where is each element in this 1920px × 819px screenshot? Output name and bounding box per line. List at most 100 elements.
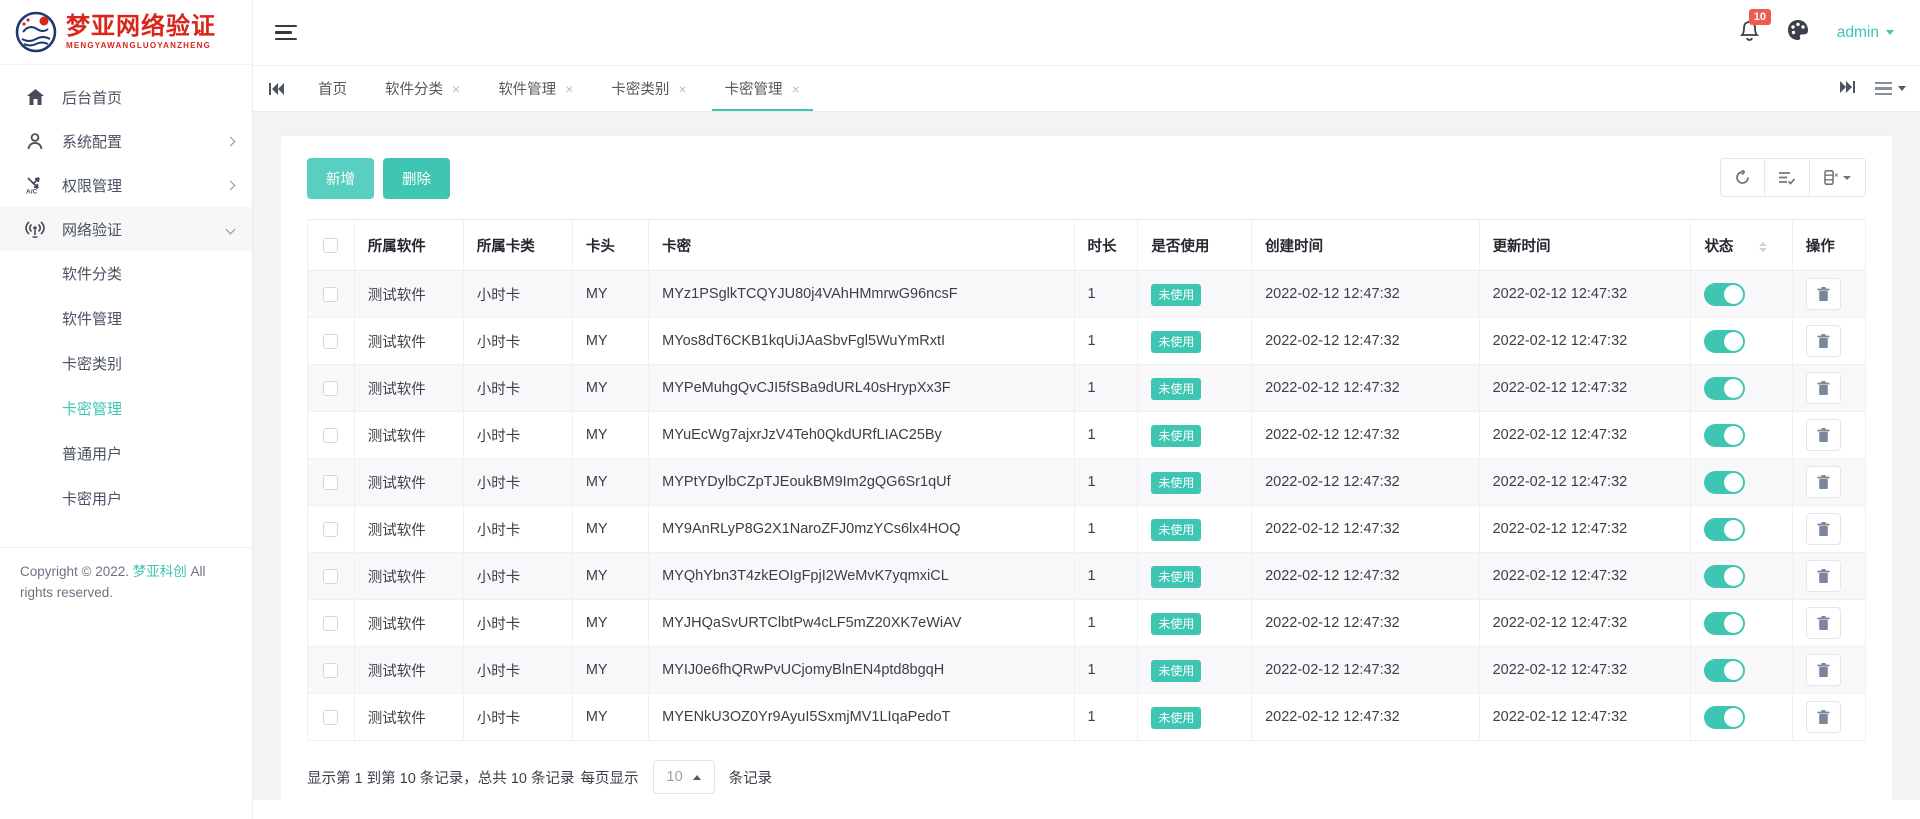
- row-checkbox[interactable]: [323, 568, 339, 584]
- trash-icon: [1817, 522, 1830, 536]
- sidebar-subitem-label: 卡密用户: [62, 491, 123, 508]
- cell-duration: 1: [1073, 270, 1139, 318]
- delete-row-button[interactable]: [1805, 419, 1841, 451]
- sidebar-menu: 后台首页 系统配置 A/C 权限管理 网络验证 软件分类 软件管理 卡密类别 卡…: [0, 65, 252, 521]
- cell-prefix: MY: [571, 646, 650, 694]
- used-badge: 未使用: [1151, 424, 1202, 447]
- user-menu[interactable]: admin: [1837, 24, 1894, 42]
- row-checkbox[interactable]: [323, 474, 339, 490]
- cell-card-type: 小时卡: [462, 458, 573, 506]
- select-all-checkbox[interactable]: [323, 237, 339, 253]
- status-toggle[interactable]: [1704, 705, 1746, 729]
- sidebar-subitem-card-manage[interactable]: 卡密管理: [0, 386, 252, 431]
- cell-software: 测试软件: [353, 411, 464, 459]
- status-toggle[interactable]: [1704, 423, 1746, 447]
- cell-prefix: MY: [571, 505, 650, 553]
- toggle-view-button[interactable]: [1765, 158, 1810, 197]
- col-created: 创建时间: [1251, 219, 1480, 271]
- sidebar-item-label: 网络验证: [62, 221, 123, 239]
- main-area: 10 admin 首页 软件分类 × 软件管理 × 卡密类别 × 卡密管理 × …: [253, 0, 1920, 819]
- close-icon[interactable]: ×: [452, 82, 460, 96]
- sidebar-subitem-card-user[interactable]: 卡密用户: [0, 476, 252, 521]
- row-checkbox[interactable]: [323, 709, 339, 725]
- delete-button[interactable]: 删除: [383, 158, 450, 199]
- cell-software: 测试软件: [353, 693, 464, 741]
- row-checkbox[interactable]: [323, 380, 339, 396]
- delete-row-button[interactable]: [1805, 560, 1841, 592]
- close-icon[interactable]: ×: [565, 82, 573, 96]
- status-toggle[interactable]: [1704, 329, 1746, 353]
- cell-created: 2022-02-12 12:47:32: [1251, 599, 1480, 647]
- sidebar-item-permissions[interactable]: A/C 权限管理: [0, 163, 252, 207]
- delete-row-button[interactable]: [1805, 513, 1841, 545]
- sidebar-item-system-config[interactable]: 系统配置: [0, 119, 252, 163]
- brand-title: 梦亚网络验证: [66, 13, 216, 41]
- status-toggle[interactable]: [1704, 517, 1746, 541]
- tabs-scroll-left-button[interactable]: [253, 66, 299, 111]
- delete-row-button[interactable]: [1805, 607, 1841, 639]
- tab-software-manage[interactable]: 软件管理 ×: [479, 66, 592, 111]
- tab-software-category[interactable]: 软件分类 ×: [366, 66, 479, 111]
- tab-card-manage[interactable]: 卡密管理 ×: [706, 66, 819, 111]
- row-checkbox[interactable]: [323, 662, 339, 678]
- cell-key: MYENkU3OZ0Yr9AyuI5SxmjMV1LIqaPedoT: [648, 693, 1075, 741]
- tab-label: 首页: [318, 82, 347, 98]
- status-toggle[interactable]: [1704, 282, 1746, 306]
- status-toggle[interactable]: [1704, 611, 1746, 635]
- refresh-button[interactable]: [1720, 158, 1765, 197]
- tab-card-category[interactable]: 卡密类别 ×: [592, 66, 705, 111]
- cell-software: 测试软件: [353, 270, 464, 318]
- menu-icon: [1875, 79, 1892, 99]
- row-checkbox[interactable]: [323, 286, 339, 302]
- sidebar-subitem-software-manage[interactable]: 软件管理: [0, 296, 252, 341]
- notifications-button[interactable]: 10: [1739, 8, 1772, 46]
- row-checkbox[interactable]: [323, 333, 339, 349]
- table-row: 测试软件 小时卡 MY MYIJ0e6fhQRwPvUCjomyBlnEN4pt…: [307, 646, 1867, 694]
- footer-strip: [253, 800, 1920, 819]
- tab-home[interactable]: 首页: [299, 66, 366, 111]
- cell-created: 2022-02-12 12:47:32: [1251, 552, 1480, 600]
- cell-duration: 1: [1073, 552, 1139, 600]
- chevron-down-icon: [1843, 175, 1851, 180]
- status-toggle[interactable]: [1704, 376, 1746, 400]
- add-button[interactable]: 新增: [307, 158, 374, 199]
- delete-row-button[interactable]: [1805, 466, 1841, 498]
- status-toggle[interactable]: [1704, 564, 1746, 588]
- cell-prefix: MY: [571, 599, 650, 647]
- delete-row-button[interactable]: [1805, 372, 1841, 404]
- user-icon: [25, 132, 45, 150]
- close-icon[interactable]: ×: [678, 82, 686, 96]
- status-toggle[interactable]: [1704, 658, 1746, 682]
- columns-button[interactable]: ×: [1810, 158, 1866, 197]
- delete-row-button[interactable]: [1805, 278, 1841, 310]
- chevron-up-icon: [692, 774, 701, 780]
- sidebar-subitem-label: 普通用户: [62, 446, 123, 463]
- sort-icon[interactable]: [1759, 241, 1768, 252]
- cell-created: 2022-02-12 12:47:32: [1251, 505, 1480, 553]
- delete-row-button[interactable]: [1805, 701, 1841, 733]
- sidebar-submenu: 软件分类 软件管理 卡密类别 卡密管理 普通用户 卡密用户: [0, 251, 252, 521]
- sidebar-subitem-normal-user[interactable]: 普通用户: [0, 431, 252, 476]
- page-size-select[interactable]: 10: [652, 760, 715, 794]
- sidebar-subitem-card-category[interactable]: 卡密类别: [0, 341, 252, 386]
- sidebar-item-dashboard[interactable]: 后台首页: [0, 75, 252, 119]
- trash-icon: [1817, 475, 1830, 489]
- sidebar-toggle-button[interactable]: [275, 21, 297, 45]
- row-checkbox[interactable]: [323, 521, 339, 537]
- status-toggle[interactable]: [1704, 470, 1746, 494]
- theme-button[interactable]: [1787, 19, 1809, 46]
- used-badge: 未使用: [1151, 377, 1202, 400]
- sidebar-subitem-software-category[interactable]: 软件分类: [0, 251, 252, 296]
- col-status[interactable]: 状态: [1690, 219, 1793, 271]
- tabs-scroll-right-button[interactable]: [1840, 80, 1855, 98]
- row-checkbox[interactable]: [323, 427, 339, 443]
- copyright-brand-link[interactable]: 梦亚科创: [133, 564, 187, 579]
- tabs-options-button[interactable]: [1875, 79, 1906, 99]
- row-checkbox[interactable]: [323, 615, 339, 631]
- delete-row-button[interactable]: [1805, 325, 1841, 357]
- close-icon[interactable]: ×: [792, 82, 800, 96]
- cell-duration: 1: [1073, 693, 1139, 741]
- delete-row-button[interactable]: [1805, 654, 1841, 686]
- skip-start-icon: [268, 82, 284, 95]
- sidebar-item-network-verify[interactable]: 网络验证: [0, 207, 252, 251]
